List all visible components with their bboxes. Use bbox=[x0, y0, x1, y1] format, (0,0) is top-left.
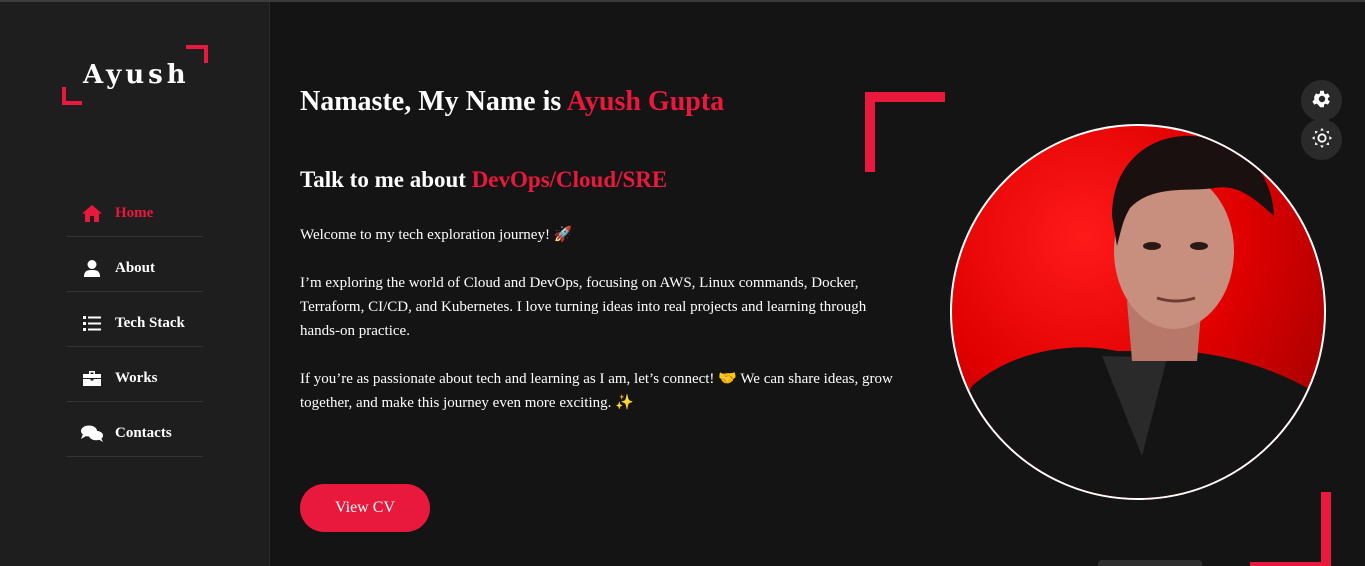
home-icon bbox=[81, 204, 103, 222]
nav-item-home[interactable]: Home bbox=[67, 182, 203, 237]
nav-item-tech-stack[interactable]: Tech Stack bbox=[67, 292, 203, 347]
comments-icon bbox=[81, 424, 103, 442]
user-icon bbox=[81, 259, 103, 277]
profile-photo-illustration bbox=[952, 135, 1324, 498]
intro-paragraph: Welcome to my tech exploration journey! … bbox=[300, 227, 573, 243]
nav-item-label: Home bbox=[115, 204, 154, 221]
topics-list: DevOps/Cloud/SRE bbox=[471, 167, 668, 192]
nav-item-label: About bbox=[115, 259, 156, 276]
frame-corner-top-left bbox=[865, 92, 945, 172]
topics-heading: Talk to me about DevOps/Cloud/SRE bbox=[300, 167, 667, 193]
nav-item-label: Tech Stack bbox=[115, 314, 185, 331]
topics-prefix: Talk to me about bbox=[300, 167, 466, 192]
greeting-name: Ayush Gupta bbox=[566, 86, 725, 117]
nav-item-label: Contacts bbox=[115, 424, 172, 441]
connect-paragraph: If you’re as passionate about tech and l… bbox=[300, 371, 893, 411]
logo[interactable]: Ayush bbox=[62, 45, 208, 107]
greeting-prefix: Namaste, My Name is bbox=[300, 86, 562, 117]
view-cv-button[interactable]: View CV bbox=[300, 484, 430, 532]
sidebar: Ayush Home About Tech Stack Works Contac… bbox=[0, 2, 270, 566]
nav-item-contacts[interactable]: Contacts bbox=[67, 402, 203, 457]
theme-toggle-button[interactable] bbox=[1301, 119, 1342, 160]
focus-paragraph: I’m exploring the world of Cloud and Dev… bbox=[300, 275, 867, 339]
gear-icon bbox=[1311, 88, 1333, 114]
briefcase-icon bbox=[81, 369, 103, 387]
logo-corner-bottom-left bbox=[62, 87, 82, 105]
frame-corner-bottom-right bbox=[1250, 492, 1331, 566]
list-icon bbox=[81, 314, 103, 332]
nav-item-label: Works bbox=[115, 369, 158, 386]
settings-button[interactable] bbox=[1301, 80, 1342, 121]
nav-item-about[interactable]: About bbox=[67, 237, 203, 292]
sun-icon bbox=[1311, 127, 1333, 153]
profile-photo bbox=[950, 124, 1326, 500]
bottom-tab bbox=[1098, 560, 1202, 566]
sidebar-nav: Home About Tech Stack Works Contacts bbox=[67, 182, 203, 457]
nav-item-works[interactable]: Works bbox=[67, 347, 203, 402]
greeting-heading: Namaste, My Name is Ayush Gupta bbox=[300, 86, 724, 118]
logo-text: Ayush bbox=[83, 60, 190, 90]
